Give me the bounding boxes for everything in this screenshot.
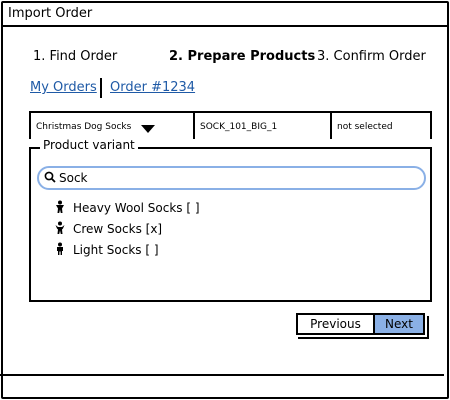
list-item-crew-socks[interactable]: Crew Socks [x] bbox=[53, 221, 162, 236]
product-variant-legend: Product variant bbox=[40, 138, 138, 152]
sku-value: SOCK_101_BIG_1 bbox=[200, 122, 278, 132]
previous-button[interactable]: Previous bbox=[296, 313, 373, 335]
title-bar: Import Order bbox=[3, 3, 447, 27]
step-confirm-order: 3. Confirm Order bbox=[317, 49, 426, 64]
list-item-label: Light Socks [ ] bbox=[73, 243, 159, 257]
status-bar bbox=[0, 374, 444, 396]
status-value: not selected bbox=[337, 122, 393, 132]
step-find-order: 1. Find Order bbox=[33, 49, 118, 64]
window-title: Import Order bbox=[8, 6, 93, 21]
search-icon bbox=[44, 171, 56, 183]
variant-search[interactable] bbox=[37, 166, 426, 190]
next-button[interactable]: Next bbox=[373, 313, 425, 335]
list-item-light-socks[interactable]: Light Socks [ ] bbox=[53, 242, 159, 257]
search-input[interactable] bbox=[59, 170, 419, 186]
list-item-label: Crew Socks [x] bbox=[73, 222, 163, 236]
sku-field[interactable]: SOCK_101_BIG_1 bbox=[193, 111, 330, 139]
list-item-label: Heavy Wool Socks [ ] bbox=[73, 201, 200, 215]
person-icon bbox=[57, 242, 63, 255]
breadcrumb-separator bbox=[100, 78, 102, 98]
breadcrumb-order[interactable]: Order #1234 bbox=[110, 80, 195, 95]
person-icon bbox=[55, 221, 65, 234]
step-prepare-products: 2. Prepare Products bbox=[169, 49, 316, 64]
product-fields-row: Christmas Dog Socks SOCK_101_BIG_1 not s… bbox=[29, 111, 432, 139]
status-field: not selected bbox=[330, 111, 432, 139]
list-item-heavy-wool-socks[interactable]: Heavy Wool Socks [ ] bbox=[53, 200, 200, 215]
person-icon bbox=[56, 200, 64, 213]
product-dropdown-value: Christmas Dog Socks bbox=[36, 122, 132, 132]
breadcrumb-my-orders[interactable]: My Orders bbox=[30, 80, 97, 95]
dropdown-arrow-icon[interactable] bbox=[141, 125, 155, 133]
product-dropdown[interactable]: Christmas Dog Socks bbox=[29, 111, 193, 139]
